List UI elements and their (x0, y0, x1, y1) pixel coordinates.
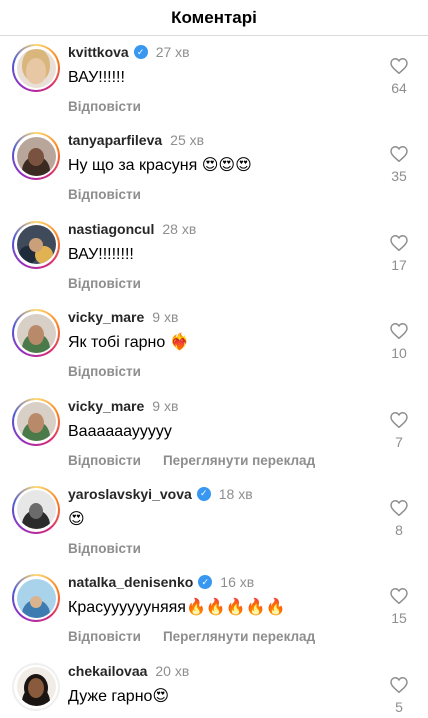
heart-outline-icon (390, 676, 408, 693)
comment-time: 16 хв (220, 574, 255, 591)
avatar-story-ring[interactable] (12, 220, 60, 269)
comment-text: ВАУ!!!!!! (68, 69, 125, 86)
comment-text: ВАУ!!!!!!!! (68, 245, 134, 263)
comment-time: 9 хв (152, 397, 179, 414)
reply-button[interactable]: Відповісти (68, 276, 141, 291)
comment-item: vicky_mare 9 хв Як тобі гарно ❤️‍🔥 Відпо… (0, 301, 428, 389)
like-button[interactable]: 8 (388, 499, 410, 538)
comment-item: natalka_denisenko ✓ 16 хв Красууууууняяя… (0, 566, 428, 654)
like-button[interactable]: 7 (388, 411, 410, 450)
avatar-story-ring[interactable] (12, 132, 60, 181)
comment-username[interactable]: nastiagoncul (68, 221, 154, 237)
comments-list: kvittkova ✓ 27 хв ВАУ!!!!!! Відповісти 6… (0, 36, 428, 718)
avatar-story-ring[interactable] (12, 309, 60, 358)
comment-text: Красууууууняяя🔥🔥🔥🔥🔥 (68, 599, 286, 617)
like-button[interactable]: 17 (388, 234, 410, 273)
comments-header: Коментарі (0, 0, 428, 36)
comment-time: 27 хв (155, 44, 190, 60)
comment-username[interactable]: chekailovaa (68, 663, 147, 679)
heart-outline-icon (390, 323, 408, 340)
verified-badge-icon: ✓ (198, 575, 213, 590)
comment-item: kvittkova ✓ 27 хв ВАУ!!!!!! Відповісти 6… (0, 36, 428, 124)
avatar-story-ring[interactable] (12, 44, 60, 92)
avatar (16, 490, 56, 530)
like-button[interactable]: 35 (388, 146, 410, 184)
avatar (16, 48, 56, 88)
comment-item: nastiagoncul 28 хв ВАУ!!!!!!!! Відповіст… (0, 213, 428, 301)
comment-username[interactable]: vicky_mare (68, 309, 144, 325)
avatar-story-ring[interactable] (12, 574, 60, 623)
comment-text: Дуже гарно😍 (68, 687, 170, 705)
reply-button[interactable]: Відповісти (68, 629, 141, 644)
comment-text: Вааааааууууу (68, 422, 172, 440)
reply-button[interactable]: Відповісти (68, 187, 141, 202)
comment-item: yaroslavskyi_vova ✓ 18 хв 😍 Відповісти 8 (0, 478, 428, 566)
reply-button[interactable]: Відповісти (68, 364, 141, 379)
heart-outline-icon (390, 58, 408, 74)
heart-outline-icon (390, 234, 408, 251)
avatar (16, 667, 56, 707)
comment-item: chekailovaa 20 хв Дуже гарно😍 Відповісти… (0, 655, 428, 718)
avatar (16, 313, 56, 353)
comment-item: tanyaparfileva 25 хв Ну що за красуня 😍😍… (0, 124, 428, 212)
like-count: 15 (391, 610, 407, 627)
avatar-story-ring[interactable] (12, 397, 60, 446)
like-button[interactable]: 10 (388, 323, 410, 361)
comment-item: vicky_mare 9 хв Вааааааууууу Відповісти … (0, 390, 428, 478)
comment-time: 28 хв (162, 220, 197, 237)
see-translation-button[interactable]: Переглянути переклад (163, 629, 315, 644)
comment-text: Як тобі гарно ❤️‍🔥 (68, 334, 190, 352)
comment-username[interactable]: yaroslavskyi_vova (68, 486, 192, 502)
comment-text: Ну що за красуня 😍😍😍 (68, 157, 252, 175)
comment-username[interactable]: kvittkova (68, 44, 129, 60)
comment-time: 18 хв (218, 485, 253, 502)
heart-outline-icon (390, 411, 408, 428)
like-count: 17 (391, 256, 407, 273)
see-translation-button[interactable]: Переглянути переклад (163, 453, 315, 468)
like-count: 7 (395, 433, 403, 450)
like-button[interactable]: 64 (388, 58, 410, 96)
avatar (16, 578, 56, 618)
heart-outline-icon (390, 499, 408, 516)
like-count: 64 (391, 80, 407, 96)
comment-text: 😍 (68, 510, 85, 528)
like-button[interactable]: 15 (388, 588, 410, 626)
like-button[interactable]: 5 (388, 676, 410, 715)
avatar-story-ring[interactable] (12, 662, 60, 711)
like-count: 8 (395, 521, 403, 538)
comment-time: 20 хв (155, 662, 190, 679)
avatar (16, 136, 56, 176)
avatar-story-ring[interactable] (12, 485, 60, 534)
avatar (16, 402, 56, 442)
reply-button[interactable]: Відповісти (68, 541, 141, 556)
like-count: 5 (395, 698, 403, 715)
heart-outline-icon (390, 588, 408, 605)
verified-badge-icon: ✓ (133, 45, 148, 59)
comment-username[interactable]: natalka_denisenko (68, 574, 193, 590)
reply-button[interactable]: Відповісти (68, 99, 141, 114)
reply-button[interactable]: Відповісти (68, 453, 141, 468)
like-count: 10 (391, 345, 407, 362)
like-count: 35 (391, 168, 407, 185)
comment-username[interactable]: vicky_mare (68, 398, 144, 414)
comment-time: 9 хв (152, 309, 179, 326)
comment-username[interactable]: tanyaparfileva (68, 132, 162, 148)
avatar (16, 225, 56, 265)
verified-badge-icon: ✓ (196, 486, 211, 501)
page-title: Коментарі (171, 7, 257, 27)
comment-time: 25 хв (170, 132, 205, 149)
heart-outline-icon (390, 146, 408, 163)
